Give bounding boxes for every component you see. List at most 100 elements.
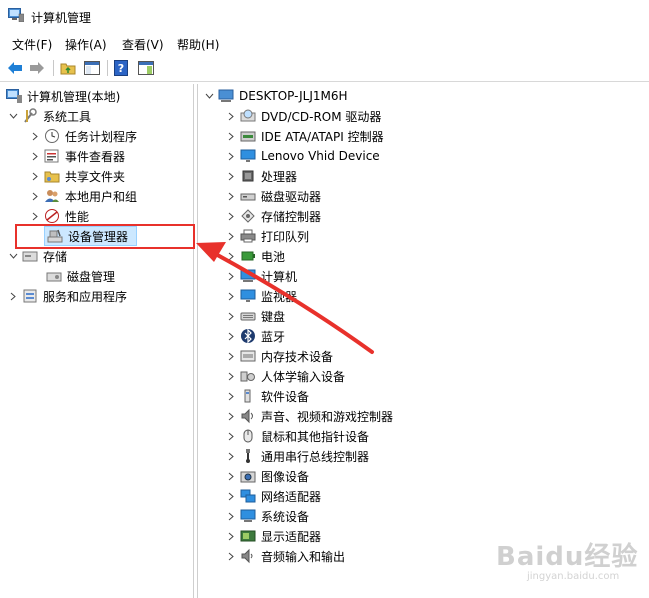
show-hide-tree-button[interactable] [83, 59, 101, 77]
device-category-label: 存储控制器 [261, 209, 322, 224]
tree-item-shared-folders[interactable]: 共享文件夹 [30, 166, 125, 186]
tree-item-computer-management[interactable]: 计算机管理(本地) [6, 86, 120, 106]
chevron-right-icon[interactable] [30, 191, 40, 201]
menu-file[interactable]: 文件(F) [10, 36, 54, 53]
chevron-right-icon[interactable] [226, 331, 236, 341]
baidu-watermark-logo: Baidu经验 [496, 542, 639, 572]
menu-action[interactable]: 操作(A) [63, 36, 109, 53]
back-arrow-icon [8, 62, 22, 74]
tree-item-performance[interactable]: 性能 [30, 206, 89, 226]
forward-button[interactable] [28, 59, 46, 77]
tree-item-task-scheduler[interactable]: 任务计划程序 [30, 126, 137, 146]
device-category-row[interactable]: 内存技术设备 [226, 346, 333, 366]
device-category-row[interactable]: 电池 [226, 246, 285, 266]
device-category-row[interactable]: 显示适配器 [226, 526, 321, 546]
chevron-right-icon[interactable] [226, 471, 236, 481]
device-category-row[interactable]: 网络适配器 [226, 486, 321, 506]
tree-item-storage[interactable]: 存储 [8, 246, 67, 266]
device-category-row[interactable]: 通用串行总线控制器 [226, 446, 369, 466]
chevron-down-icon[interactable] [8, 111, 18, 121]
device-category-row[interactable]: 人体学输入设备 [226, 366, 345, 386]
tree-item-system-tools[interactable]: 系统工具 [8, 106, 91, 126]
device-category-label: 声音、视频和游戏控制器 [261, 409, 394, 424]
chevron-down-icon[interactable] [204, 91, 214, 101]
device-category-label: 打印队列 [261, 229, 310, 244]
chevron-right-icon[interactable] [226, 491, 236, 501]
chevron-right-icon[interactable] [226, 211, 236, 221]
chevron-right-icon[interactable] [226, 371, 236, 381]
tree-label: 事件查看器 [65, 149, 126, 164]
chevron-right-icon[interactable] [226, 311, 236, 321]
tree-item-disk-management[interactable]: 磁盘管理 [44, 266, 115, 286]
back-button[interactable] [6, 59, 24, 77]
up-folder-button[interactable] [59, 59, 77, 77]
chevron-right-icon[interactable] [226, 171, 236, 181]
audio-io-icon [240, 548, 256, 564]
tree-item-services-apps[interactable]: 服务和应用程序 [8, 286, 127, 306]
console-tree-icon [84, 61, 100, 75]
device-category-row[interactable]: 软件设备 [226, 386, 309, 406]
chevron-right-icon[interactable] [226, 111, 236, 121]
device-category-row[interactable]: 声音、视频和游戏控制器 [226, 406, 393, 426]
device-category-label: 软件设备 [261, 389, 310, 404]
chevron-right-icon[interactable] [226, 151, 236, 161]
chevron-right-icon[interactable] [226, 431, 236, 441]
help-button[interactable]: ? [113, 59, 131, 77]
chevron-right-icon[interactable] [30, 171, 40, 181]
help-icon: ? [114, 60, 128, 76]
disk-management-icon [46, 268, 62, 284]
chevron-right-icon[interactable] [226, 251, 236, 261]
chevron-right-icon[interactable] [30, 211, 40, 221]
chevron-right-icon[interactable] [226, 131, 236, 141]
show-action-pane-button[interactable] [137, 59, 155, 77]
performance-icon [44, 208, 60, 224]
chevron-right-icon[interactable] [226, 391, 236, 401]
device-category-row[interactable]: 打印队列 [226, 226, 309, 246]
tree-item-computer-root[interactable]: DESKTOP-JLJ1M6H [204, 86, 348, 106]
menu-view[interactable]: 查看(V) [120, 36, 166, 53]
computer-management-icon [6, 88, 22, 104]
device-category-row[interactable]: 监视器 [226, 286, 297, 306]
camera-icon [240, 468, 256, 484]
device-category-row[interactable]: 音频输入和输出 [226, 546, 345, 566]
toolbar: ? [0, 55, 649, 82]
tree-label: 服务和应用程序 [43, 289, 128, 304]
chevron-right-icon[interactable] [226, 351, 236, 361]
chevron-right-icon[interactable] [226, 191, 236, 201]
device-category-row[interactable]: 蓝牙 [226, 326, 285, 346]
device-category-row[interactable]: Lenovo Vhid Device [226, 146, 380, 166]
device-category-row[interactable]: 系统设备 [226, 506, 309, 526]
system-device-icon [240, 508, 256, 524]
menu-bar: 文件(F) 操作(A) 查看(V) 帮助(H) [0, 33, 649, 55]
device-category-row[interactable]: IDE ATA/ATAPI 控制器 [226, 126, 384, 146]
chevron-right-icon[interactable] [8, 291, 18, 301]
ide-controller-icon [240, 128, 256, 144]
device-category-row[interactable]: 键盘 [226, 306, 285, 326]
chevron-right-icon[interactable] [226, 531, 236, 541]
chevron-right-icon[interactable] [226, 451, 236, 461]
device-category-row[interactable]: 鼠标和其他指针设备 [226, 426, 369, 446]
chevron-right-icon[interactable] [30, 131, 40, 141]
chevron-right-icon[interactable] [226, 511, 236, 521]
chevron-right-icon[interactable] [226, 551, 236, 561]
device-category-label: 计算机 [261, 269, 298, 284]
chevron-right-icon[interactable] [226, 291, 236, 301]
device-category-row[interactable]: 计算机 [226, 266, 297, 286]
menu-help[interactable]: 帮助(H) [175, 36, 221, 53]
device-category-label: 监视器 [261, 289, 298, 304]
device-category-row[interactable]: 图像设备 [226, 466, 309, 486]
device-category-row[interactable]: DVD/CD-ROM 驱动器 [226, 106, 381, 126]
chevron-right-icon[interactable] [226, 271, 236, 281]
device-category-row[interactable]: 处理器 [226, 166, 297, 186]
device-category-row[interactable]: 磁盘驱动器 [226, 186, 321, 206]
keyboard-icon [240, 308, 256, 324]
chevron-right-icon[interactable] [30, 151, 40, 161]
chevron-down-icon[interactable] [8, 251, 18, 261]
chevron-right-icon[interactable] [226, 231, 236, 241]
tree-item-local-users-groups[interactable]: 本地用户和组 [30, 186, 137, 206]
device-category-row[interactable]: 存储控制器 [226, 206, 321, 226]
tree-label: 性能 [65, 209, 90, 224]
tree-item-event-viewer[interactable]: 事件查看器 [30, 146, 125, 166]
chevron-right-icon[interactable] [226, 411, 236, 421]
device-category-label: 蓝牙 [261, 329, 286, 344]
